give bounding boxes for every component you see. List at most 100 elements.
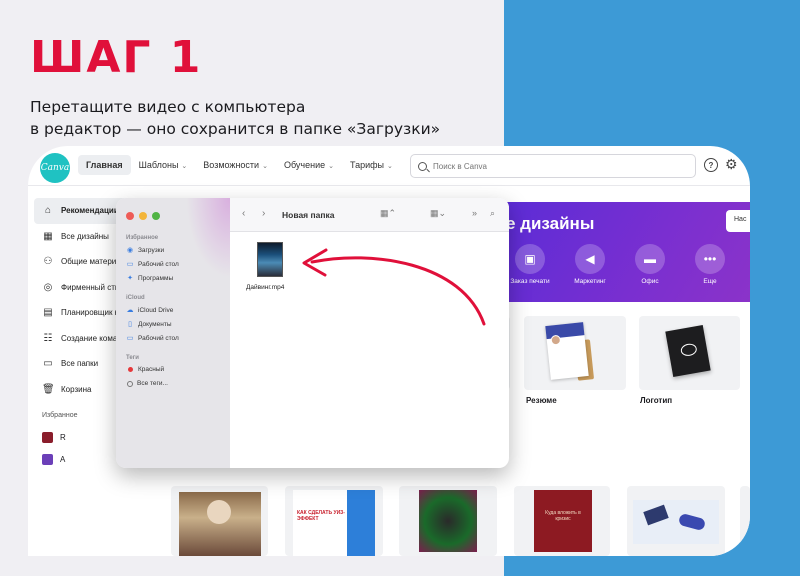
search-icon[interactable]: ⌕ (490, 208, 495, 219)
nav-pricing[interactable]: Тарифы ⌄ (342, 155, 401, 175)
megaphone-icon: ◀ (575, 244, 605, 274)
category-label: Маркетинг (574, 278, 606, 285)
finder-section-heading: Избранное (126, 235, 159, 241)
nav-learn-label: Обучение (283, 160, 326, 170)
logo-card-image (665, 325, 711, 377)
trash-icon: 🗑 (42, 383, 55, 395)
print-icon: ▣ (515, 244, 545, 274)
finder-item-icloud-desktop[interactable]: ▭ Рабочий стол (126, 334, 179, 343)
finder-sidebar: Избранное ◉ Загрузки ▭ Рабочий стол ✦ Прогр… (116, 198, 230, 468)
team-icon: ☷ (43, 332, 53, 344)
design-thumbnail[interactable]: Куда вложить в кризис (514, 486, 610, 556)
design-thumbnail[interactable]: КАК СДЕЛАТЬ УИЗ-ЭФФЕКТ (285, 486, 383, 556)
category-label: Офис (641, 278, 659, 285)
nav-pricing-label: Тарифы (349, 160, 384, 170)
finder-item-label: Рабочий стол (138, 334, 179, 342)
main-nav: Главная Шаблоны ⌄ Возможности ⌄ Обучение ⌄ … (78, 155, 401, 175)
document-icon: ▯ (128, 321, 132, 328)
category-print[interactable]: ▣ Заказ печати (500, 244, 560, 285)
download-icon: ◉ (126, 247, 134, 254)
design-thumbnail[interactable] (627, 486, 725, 556)
group-view-icon[interactable]: ▦⌄ (430, 208, 446, 219)
nav-features[interactable]: Возможности ⌄ (195, 155, 276, 175)
finder-item-downloads[interactable]: ◉ Загрузки (126, 246, 164, 255)
banner-title: е дизайны (506, 214, 595, 233)
favorite-label: R (60, 432, 66, 442)
view-grid-icon[interactable]: ▦⌃ (380, 208, 396, 219)
finder-item-all-tags[interactable]: Все теги... (126, 380, 168, 387)
thumbnail-text: Куда вложить в кризис (545, 510, 581, 522)
instruction-text: Перетащите видео с компьютера в редактор… (30, 96, 440, 140)
folder-title: Новая папка (282, 210, 335, 220)
help-icon[interactable]: ? (704, 158, 718, 172)
finder-item-label: Программы (138, 274, 174, 282)
file-name[interactable]: Дайвинг.mp4 (246, 284, 284, 291)
minimize-window-button[interactable] (139, 212, 147, 220)
category-label: Еще (703, 278, 717, 285)
finder-item-red-tag[interactable]: Красный (126, 366, 164, 373)
designs-banner: е дизайны Нас ▣ Заказ печати ◀ Маркетинг ▬… (500, 202, 750, 302)
nav-templates[interactable]: Шаблоны ⌄ (131, 155, 196, 175)
finder-toolbar: ‹ › Новая папка ▦⌃ ▦⌄ » ⌕ (230, 198, 509, 232)
sidebar-item-label: Все дизайны (61, 231, 109, 241)
search-input[interactable] (433, 161, 673, 171)
nav-home[interactable]: Главная (78, 155, 131, 175)
template-card-logo[interactable] (639, 316, 740, 390)
finder-item-documents[interactable]: ▯ Документы (126, 320, 172, 329)
finder-item-desktop[interactable]: ▭ Рабочий стол (126, 260, 179, 269)
finder-window: Избранное ◉ Загрузки ▭ Рабочий стол ✦ Прогр… (116, 198, 509, 468)
sidebar-item-label: Все папки (61, 359, 99, 369)
back-icon[interactable]: ‹ (242, 208, 245, 219)
category-label: Заказ печати (510, 278, 550, 285)
search-icon (418, 161, 427, 171)
forward-icon[interactable]: › (262, 208, 265, 219)
chevron-down-icon: ⌄ (328, 163, 334, 170)
sidebar-item-label: Рекомендации (61, 206, 119, 216)
category-more[interactable]: ••• Еще (680, 244, 740, 285)
finder-item-label: Рабочий стол (138, 260, 179, 268)
briefcase-icon: ▬ (635, 244, 665, 274)
finder-section-heading: iCloud (126, 295, 145, 301)
gear-icon[interactable]: ⚙ (725, 157, 738, 171)
finder-item-label: Документы (138, 320, 172, 328)
nav-learn[interactable]: Обучение ⌄ (276, 155, 342, 175)
finder-item-applications[interactable]: ✦ Программы (126, 274, 174, 283)
template-card-resume[interactable] (524, 316, 626, 390)
design-thumbnail-partial[interactable] (740, 486, 750, 556)
finder-item-label: Красный (138, 366, 165, 373)
step-title: ШАГ 1 (30, 32, 203, 83)
category-office[interactable]: ▬ Офис (620, 244, 680, 285)
sidebar-item-label: Корзина (61, 384, 92, 394)
more-toolbar-icon[interactable]: » (472, 208, 477, 218)
chevron-down-icon: ⌄ (262, 163, 268, 170)
favorite-thumbnail (42, 453, 53, 465)
video-file-thumbnail[interactable] (257, 242, 283, 277)
search-box[interactable] (410, 154, 696, 178)
category-marketing[interactable]: ◀ Маркетинг (560, 244, 620, 285)
instruction-line-2: в редактор — оно сохранится в папке «Заг… (30, 120, 441, 138)
desktop-icon: ▭ (126, 335, 134, 342)
template-label-resume[interactable]: Резюме (526, 396, 557, 405)
finder-section-heading: Теги (126, 355, 139, 361)
banner-button[interactable]: Нас (726, 210, 750, 232)
nav-templates-label: Шаблоны (138, 160, 179, 170)
nav-home-label: Главная (86, 160, 123, 170)
design-thumbnail[interactable] (171, 486, 268, 556)
favorite-label: A (60, 454, 66, 464)
canva-topbar: Canva Главная Шаблоны ⌄ Возможности ⌄ Обуч… (28, 146, 750, 186)
calendar-icon: ▤ (43, 307, 53, 319)
folder-icon: ▭ (43, 358, 53, 370)
close-window-button[interactable] (126, 212, 134, 220)
apps-icon: ✦ (127, 275, 133, 282)
window-controls (126, 212, 160, 220)
thumbnail-text: КАК СДЕЛАТЬ УИЗ-ЭФФЕКТ (297, 510, 345, 522)
canva-logo[interactable]: Canva (40, 153, 70, 183)
zoom-window-button[interactable] (152, 212, 160, 220)
people-icon: ⚇ (43, 256, 53, 268)
design-thumbnail[interactable] (399, 486, 497, 556)
finder-item-icloud-drive[interactable]: ☁ iCloud Drive (126, 306, 174, 315)
red-tag-icon (128, 367, 133, 372)
instruction-line-1: Перетащите видео с компьютера (30, 98, 306, 116)
template-label-logo[interactable]: Логотип (640, 396, 672, 405)
desktop-icon: ▭ (126, 261, 134, 268)
